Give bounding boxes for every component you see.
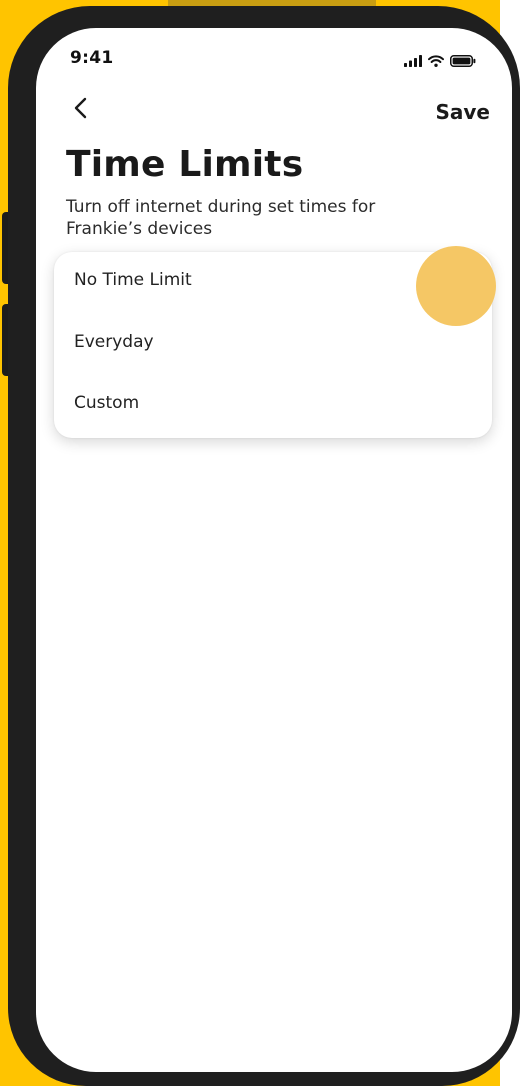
option-everyday[interactable]: Everyday: [74, 332, 154, 352]
back-button[interactable]: [66, 96, 94, 124]
status-time: 9:41: [70, 48, 114, 68]
phone-frame: 9:41 Save Time Limits Turn off internet …: [8, 6, 520, 1086]
option-no-time-limit[interactable]: No Time Limit: [74, 270, 192, 290]
signal-icon: [404, 52, 422, 71]
save-button[interactable]: Save: [435, 100, 490, 124]
page-title: Time Limits: [66, 144, 304, 185]
status-icons: [404, 52, 476, 71]
phone-screen: 9:41 Save Time Limits Turn off internet …: [36, 28, 512, 1072]
touch-indicator: [416, 246, 496, 326]
page-subtitle: Turn off internet during set times for F…: [66, 197, 376, 239]
battery-icon: [450, 52, 476, 71]
chevron-left-icon: [73, 97, 87, 123]
wifi-icon: [428, 52, 444, 71]
option-custom[interactable]: Custom: [74, 393, 139, 413]
